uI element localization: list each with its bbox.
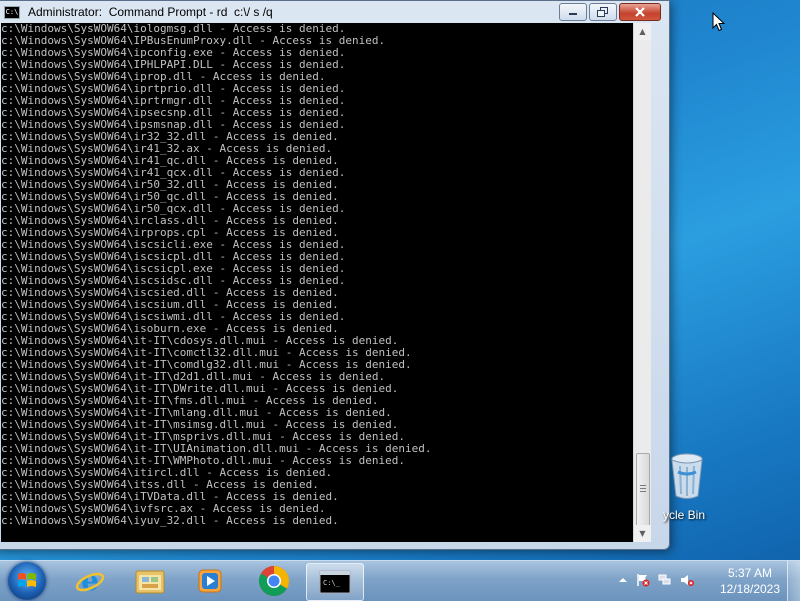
scroll-down-arrow[interactable]: ▼ xyxy=(634,525,651,542)
command-prompt-window[interactable]: C:\ Administrator: Command Prompt - rd c… xyxy=(0,0,670,550)
volume-muted-icon[interactable] xyxy=(680,573,694,587)
window-title: Administrator: Command Prompt - rd c:\/ … xyxy=(28,5,273,19)
svg-text:C:\_: C:\_ xyxy=(323,579,341,587)
svg-text:e: e xyxy=(81,566,99,596)
media-player-icon xyxy=(198,569,222,593)
start-button[interactable] xyxy=(8,562,46,600)
action-center-flag-icon[interactable] xyxy=(636,573,650,587)
taskbar: e C:\_ 5:37 AM 12/18/2023 xyxy=(0,560,800,601)
windows-logo-icon xyxy=(18,573,36,587)
maximize-button[interactable] xyxy=(589,3,617,21)
command-prompt-icon: C:\_ xyxy=(319,570,351,594)
show-hidden-icons-arrow-icon[interactable] xyxy=(618,575,628,585)
system-clock[interactable]: 5:37 AM 12/18/2023 xyxy=(718,565,782,597)
console-output[interactable]: c:\Windows\SysWOW64\iologmsg.dll - Acces… xyxy=(1,23,633,542)
restore-icon xyxy=(597,7,608,17)
notification-area xyxy=(618,573,694,587)
folder-icon xyxy=(135,570,165,594)
mouse-cursor-icon xyxy=(712,12,726,32)
network-icon[interactable] xyxy=(658,573,672,587)
clock-date: 12/18/2023 xyxy=(719,582,781,596)
grip-icon xyxy=(640,485,646,486)
taskbar-command-prompt[interactable]: C:\_ xyxy=(306,563,364,601)
console-text: c:\Windows\SysWOW64\iologmsg.dll - Acces… xyxy=(1,23,633,527)
clock-time: 5:37 AM xyxy=(727,566,773,580)
cmd-app-icon[interactable]: C:\ xyxy=(4,5,20,19)
taskbar-windows-explorer[interactable] xyxy=(122,563,178,599)
recycle-bin-label: ycle Bin xyxy=(662,508,706,522)
close-icon xyxy=(635,7,645,17)
show-desktop-button[interactable] xyxy=(787,561,800,601)
scroll-up-arrow[interactable]: ▲ xyxy=(634,23,651,40)
close-button[interactable] xyxy=(619,3,661,21)
title-bar[interactable]: C:\ Administrator: Command Prompt - rd c… xyxy=(0,1,669,23)
taskbar-internet-explorer[interactable]: e xyxy=(62,563,118,599)
vertical-scrollbar[interactable]: ▲ ▼ xyxy=(633,23,651,542)
console-line: c:\Windows\SysWOW64\iyuv_32.dll - Access… xyxy=(1,514,339,527)
internet-explorer-icon: e xyxy=(75,566,105,596)
chrome-icon xyxy=(258,566,290,597)
recycle-bin-icon xyxy=(671,453,703,499)
taskbar-windows-media-player[interactable] xyxy=(182,563,238,599)
taskbar-google-chrome[interactable] xyxy=(246,563,302,599)
scrollbar-thumb[interactable] xyxy=(636,453,650,527)
minimize-button[interactable] xyxy=(559,3,587,21)
minimize-icon xyxy=(569,13,577,15)
recycle-bin[interactable]: ycle Bin xyxy=(662,452,712,522)
